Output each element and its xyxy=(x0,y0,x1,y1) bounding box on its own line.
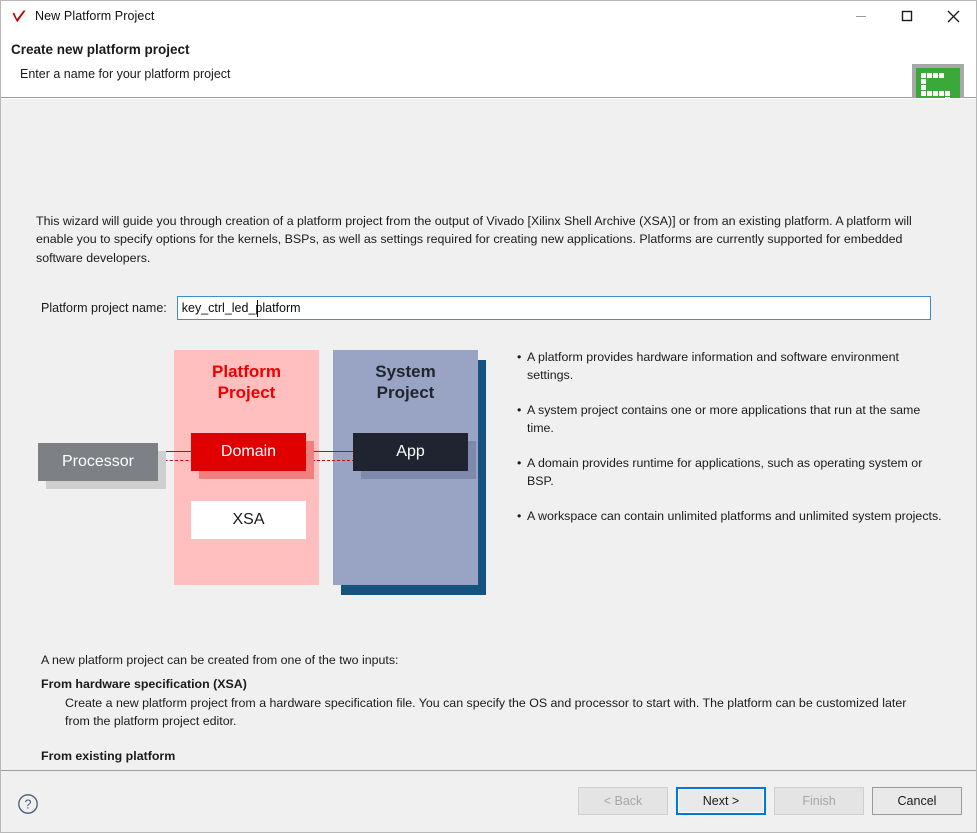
platform-project-title-line1: Platform xyxy=(212,362,281,381)
xsa-box: XSA xyxy=(191,501,306,539)
project-name-input-wrapper[interactable] xyxy=(176,296,931,320)
wizard-body: This wizard will guide you through creat… xyxy=(1,98,976,782)
system-project-title: System Project xyxy=(333,362,478,403)
list-item-text: A domain provides runtime for applicatio… xyxy=(527,455,923,488)
project-name-row: Platform project name: xyxy=(41,296,931,320)
finish-button[interactable]: Finish xyxy=(774,787,864,815)
list-item: • A platform provides hardware informati… xyxy=(517,349,942,385)
platform-concept-diagram: System Project Platform Project Processo… xyxy=(36,339,506,609)
wizard-button-bar: < Back Next > Finish Cancel xyxy=(578,787,962,815)
list-item-text: A system project contains one or more ap… xyxy=(527,402,921,435)
list-item: • A workspace can contain unlimited plat… xyxy=(517,508,942,526)
help-question-icon[interactable]: ? xyxy=(17,793,39,820)
bullet-marker: • xyxy=(517,455,522,470)
platform-project-title: Platform Project xyxy=(174,362,319,403)
section-heading-hardware-spec: From hardware specification (XSA) xyxy=(41,677,247,692)
window-controls xyxy=(838,1,976,31)
input-sources-description: A new platform project can be created fr… xyxy=(41,652,921,785)
svg-text:?: ? xyxy=(25,798,32,812)
system-project-title-line1: System xyxy=(375,362,436,381)
domain-box: Domain xyxy=(191,433,306,471)
close-button[interactable] xyxy=(930,1,976,31)
cancel-button[interactable]: Cancel xyxy=(872,787,962,815)
next-button[interactable]: Next > xyxy=(676,787,766,815)
list-item-text: A platform provides hardware information… xyxy=(527,350,899,382)
maximize-button[interactable] xyxy=(884,1,930,31)
intro-paragraph: This wizard will guide you through creat… xyxy=(36,214,912,265)
app-box: App xyxy=(353,433,468,471)
project-name-label: Platform project name: xyxy=(41,301,167,315)
section-body-hardware-spec: Create a new platform project from a har… xyxy=(65,696,907,729)
input-sources-intro: A new platform project can be created fr… xyxy=(41,653,399,667)
wizard-header: Create new platform project Enter a name… xyxy=(1,31,976,114)
bullet-marker: • xyxy=(517,402,522,417)
window-title: New Platform Project xyxy=(35,9,155,23)
platform-project-title-line2: Project xyxy=(217,382,276,402)
text-caret xyxy=(256,300,258,317)
processor-box: Processor xyxy=(38,443,158,481)
bullet-marker: • xyxy=(517,350,522,364)
list-item-text: A workspace can contain unlimited platfo… xyxy=(527,508,942,523)
wizard-footer: < Back Next > Finish Cancel xyxy=(1,770,976,832)
minimize-button[interactable] xyxy=(838,1,884,31)
new-platform-project-dialog: New Platform Project Create new platform… xyxy=(0,0,977,833)
list-item: • A domain provides runtime for applicat… xyxy=(517,455,942,491)
page-subtitle: Enter a name for your platform project xyxy=(20,67,231,81)
bullet-marker: • xyxy=(517,508,522,523)
list-item: • A system project contains one or more … xyxy=(517,402,942,438)
project-name-input[interactable] xyxy=(177,297,930,319)
section-heading-existing-platform: From existing platform xyxy=(41,749,176,764)
title-bar: New Platform Project xyxy=(1,1,976,31)
vitis-checkmark-icon xyxy=(10,8,28,26)
concept-bullet-list: • A platform provides hardware informati… xyxy=(517,349,942,543)
page-title: Create new platform project xyxy=(11,42,190,57)
system-project-title-line2: Project xyxy=(376,382,435,402)
back-button[interactable]: < Back xyxy=(578,787,668,815)
